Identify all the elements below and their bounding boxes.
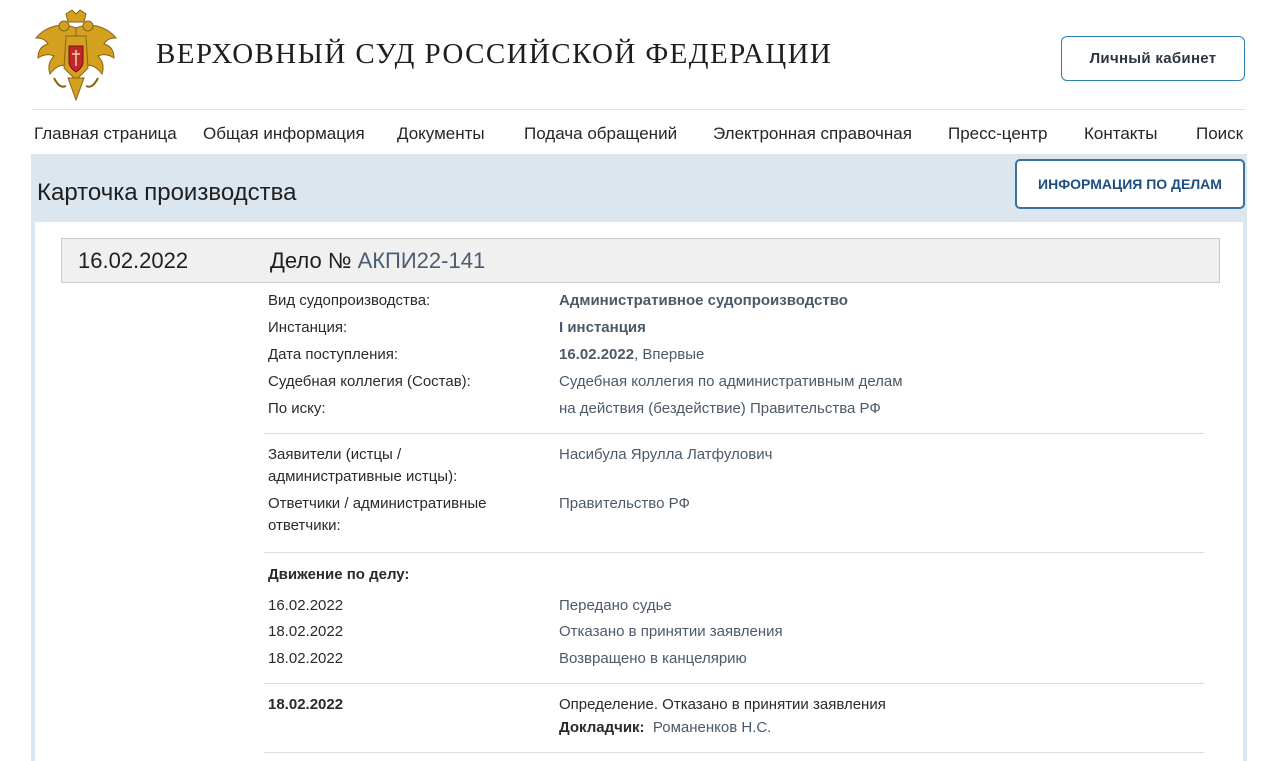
party-label-respondents: Ответчики / административные ответчики:: [268, 493, 487, 537]
party-label-line: административные истцы):: [268, 468, 458, 485]
decision-date: 18.02.2022: [268, 696, 344, 713]
party-value-respondents: Правительство РФ: [559, 495, 690, 512]
main-nav: Главная страница Общая информация Докуме…: [0, 110, 1280, 154]
movement-event: Передано судье: [559, 597, 672, 614]
decision-type: Определение.: [559, 696, 659, 713]
page-title-band: Карточка производства ИНФОРМАЦИЯ ПО ДЕЛА…: [31, 154, 1247, 222]
section-divider: [264, 433, 1204, 434]
nav-item-contacts[interactable]: Контакты: [1084, 124, 1157, 144]
detail-value-receipt-date: 16.02.2022, Впервые: [559, 344, 704, 366]
detail-value-instance: I инстанция: [559, 319, 646, 336]
reporter-name: Романенков Н.С.: [652, 719, 772, 736]
movement-event: Отказано в принятии заявления: [559, 623, 783, 640]
section-divider: [264, 552, 1204, 553]
movement-date: 18.02.2022: [268, 650, 344, 667]
party-label-line: Ответчики / административные: [268, 495, 487, 512]
nav-item-home[interactable]: Главная страница: [34, 124, 177, 144]
nav-item-e-reference[interactable]: Электронная справочная: [713, 124, 912, 144]
detail-value-collegium: Судебная коллегия по административным де…: [559, 373, 903, 390]
decision-reporter: Докладчик: Романенков Н.С.: [559, 717, 771, 739]
movement-date: 16.02.2022: [268, 597, 344, 614]
nav-item-appeals[interactable]: Подача обращений: [524, 124, 677, 144]
detail-value-claim: на действия (бездействие) Правительства …: [559, 400, 881, 417]
receipt-note: , Впервые: [634, 346, 705, 363]
party-label-applicants: Заявители (истцы / административные истц…: [268, 444, 457, 488]
movement-title: Движение по делу:: [268, 566, 410, 583]
movement-event: Возвращено в канцелярию: [559, 650, 747, 667]
decision-summary: Отказано в принятии заявления: [658, 696, 886, 713]
detail-label-proceeding-type: Вид судопроизводства:: [268, 292, 431, 309]
personal-account-button[interactable]: Личный кабинет: [1061, 36, 1245, 81]
nav-item-press-center[interactable]: Пресс-центр: [948, 124, 1047, 144]
section-divider: [264, 683, 1204, 684]
case-title: Дело № АКПИ22-141: [270, 248, 485, 274]
coat-of-arms-icon[interactable]: [32, 8, 120, 104]
case-title-prefix: Дело №: [270, 248, 352, 273]
case-date: 16.02.2022: [78, 248, 189, 273]
nav-item-search[interactable]: Поиск: [1196, 124, 1243, 144]
receipt-date: 16.02.2022: [559, 346, 635, 363]
detail-label-instance: Инстанция:: [268, 319, 348, 336]
site-title[interactable]: ВЕРХОВНЫЙ СУД РОССИЙСКОЙ ФЕДЕРАЦИИ: [156, 38, 832, 71]
case-info-button[interactable]: ИНФОРМАЦИЯ ПО ДЕЛАМ: [1015, 159, 1245, 209]
page-title: Карточка производства: [37, 179, 297, 206]
case-header: 16.02.2022 Дело № АКПИ22-141: [61, 238, 1220, 283]
party-label-line: ответчики:: [268, 517, 341, 534]
detail-label-collegium: Судебная коллегия (Состав):: [268, 373, 471, 390]
site-header: ВЕРХОВНЫЙ СУД РОССИЙСКОЙ ФЕДЕРАЦИИ Личны…: [0, 0, 1280, 110]
party-value-applicants: Насибула Ярулла Латфулович: [559, 446, 773, 463]
nav-item-documents[interactable]: Документы: [397, 124, 485, 144]
detail-value-proceeding-type: Административное судопроизводство: [559, 292, 848, 309]
detail-label-claim: По иску:: [268, 400, 326, 417]
case-number: АКПИ22-141: [357, 248, 486, 273]
movement-date: 18.02.2022: [268, 623, 344, 640]
reporter-label: Докладчик:: [559, 719, 645, 736]
nav-item-general-info[interactable]: Общая информация: [203, 124, 365, 144]
party-label-line: Заявители (истцы /: [268, 446, 402, 463]
decision-text[interactable]: Определение. Отказано в принятии заявлен…: [559, 694, 886, 716]
detail-label-receipt-date: Дата поступления:: [268, 346, 399, 363]
section-divider: [264, 752, 1204, 753]
